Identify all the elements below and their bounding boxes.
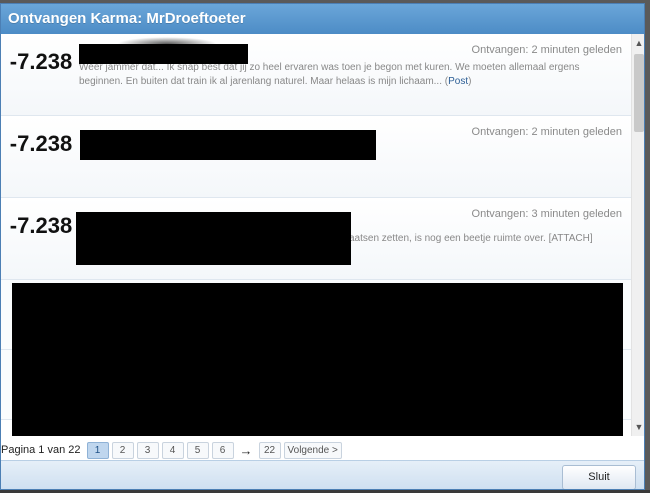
- vertical-scrollbar[interactable]: ▲ ▼: [631, 34, 644, 436]
- page-link-4[interactable]: 4: [161, 441, 184, 459]
- page-link-2[interactable]: 2: [111, 441, 134, 459]
- message-excerpt: aatsen zetten, is nog een beetje ruimte …: [349, 233, 593, 244]
- page-link-5[interactable]: 5: [186, 441, 209, 459]
- next-page-button[interactable]: Volgende >: [283, 441, 342, 459]
- scroll-down-icon[interactable]: ▼: [632, 420, 644, 434]
- redaction-block: [80, 130, 376, 160]
- received-time: Ontvangen: 3 minuten geleden: [471, 208, 622, 220]
- page-count-label: Pagina 1 van 22: [1, 444, 81, 456]
- received-time: Ontvangen: 2 minuten geleden: [471, 44, 622, 56]
- redaction-block: [76, 212, 351, 265]
- message-excerpt: Weer jammer dat... Ik snap best dat jij …: [79, 61, 621, 89]
- list-item: -7.238 Ontvangen: 2 minuten geleden Weer…: [1, 34, 631, 116]
- karma-list: -7.238 Ontvangen: 2 minuten geleden Weer…: [1, 34, 631, 436]
- list-item: -7.238 Ontvangen: 3 minuten geleden aats…: [1, 198, 631, 280]
- page-link-1[interactable]: 1: [86, 441, 109, 459]
- page-link-3[interactable]: 3: [136, 441, 159, 459]
- scroll-thumb[interactable]: [634, 54, 644, 132]
- redaction-block: [79, 44, 248, 64]
- karma-dialog: Ontvangen Karma: MrDroeftoeter -7.238 On…: [0, 3, 645, 490]
- list-item: -7.238 Ontvangen: 2 minuten geleden: [1, 116, 631, 198]
- karma-value: -7.238: [9, 49, 73, 74]
- karma-value: -7.238: [9, 213, 73, 238]
- message-line-end: ): [468, 76, 472, 87]
- arrow-right-icon: →: [239, 442, 253, 458]
- page-link-last[interactable]: 22: [258, 441, 281, 459]
- dialog-title: Ontvangen Karma: MrDroeftoeter: [1, 4, 644, 34]
- post-link[interactable]: Post: [448, 76, 468, 87]
- pagination: Pagina 1 van 22 1 2 3 4 5 6 → 22 Volgend…: [1, 440, 342, 460]
- message-line-2: beginnen. En buiten dat train ik al jare…: [79, 76, 449, 87]
- close-button[interactable]: Sluit: [562, 465, 636, 489]
- received-time: Ontvangen: 2 minuten geleden: [471, 126, 622, 138]
- redaction-block: [12, 283, 623, 436]
- karma-value: -7.238: [9, 131, 73, 156]
- dialog-footer: Sluit: [1, 460, 644, 489]
- page-link-6[interactable]: 6: [211, 441, 234, 459]
- scroll-up-icon[interactable]: ▲: [632, 36, 644, 50]
